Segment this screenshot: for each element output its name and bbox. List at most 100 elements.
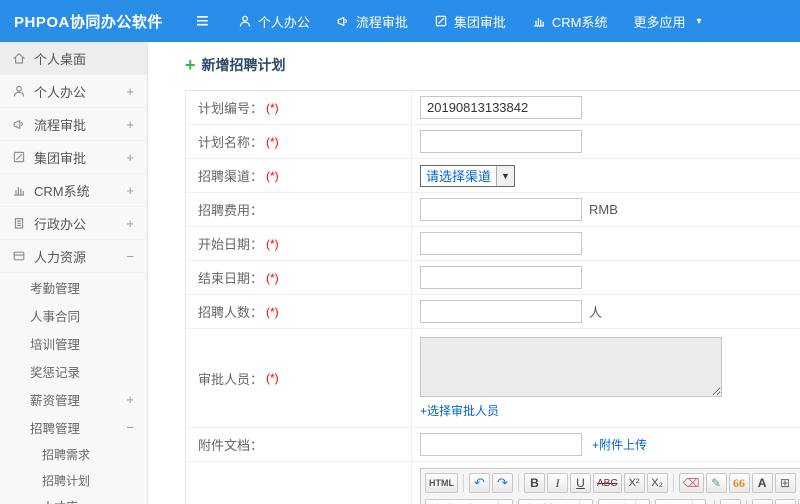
sidebar-item-recruitment-management[interactable]: 招聘管理 −: [0, 413, 147, 441]
sidebar-item-group-approval[interactable]: 集团审批 +: [0, 141, 147, 174]
editor-toolbar-row1: HTML ↶ ↷ B I U ABC X² X₂ ⌫ ✎ 66 A ⊞: [421, 469, 800, 495]
building-icon: [12, 216, 26, 230]
plan-number-input[interactable]: [420, 96, 582, 119]
headcount-input[interactable]: [420, 300, 582, 323]
editor-underline-button[interactable]: U: [570, 473, 591, 493]
form-row-approver: 审批人员： (*) +选择审批人员: [186, 329, 800, 428]
sidebar-item-talent-pool[interactable]: 人才库: [0, 493, 147, 504]
form-row-plan-number: 计划编号： (*): [186, 91, 800, 125]
home-icon: [12, 51, 26, 65]
nav-personal-office[interactable]: 个人办公: [225, 0, 323, 42]
sidebar-item-salary-management[interactable]: 薪资管理 +: [0, 385, 147, 413]
editor-italic-button[interactable]: I: [547, 473, 568, 493]
editor-eraser-button[interactable]: ⌫: [678, 473, 704, 493]
editor-font-family-select[interactable]: 字体 ▾: [598, 499, 650, 504]
hamburger-menu-icon[interactable]: ≡: [180, 0, 225, 42]
form-row-fee: 招聘费用： RMB: [186, 193, 800, 227]
editor-blockquote-button[interactable]: 66: [728, 473, 750, 493]
fee-input[interactable]: [420, 198, 582, 221]
toolbar-separator: [672, 474, 674, 492]
approver-textarea[interactable]: [420, 337, 722, 397]
nav-label: 个人办公: [257, 14, 310, 30]
editor-table-button[interactable]: ⊞: [774, 473, 796, 493]
attachment-input[interactable]: [420, 433, 582, 456]
editor-font-color-button[interactable]: A: [720, 499, 742, 504]
sidebar-item-recruitment-plan[interactable]: 招聘计划: [0, 467, 147, 493]
editor-subscript-button[interactable]: X₂: [646, 473, 668, 493]
required-mark: (*): [266, 134, 279, 149]
plan-name-input[interactable]: [420, 130, 582, 153]
caret-down-icon: ▾: [635, 500, 649, 504]
channel-select[interactable]: 请选择渠道 ▼: [420, 164, 515, 187]
sidebar-item-human-resources[interactable]: 人力资源 −: [0, 240, 147, 273]
sidebar-item-label: 考勤管理: [30, 281, 81, 296]
expand-toggle[interactable]: +: [126, 117, 134, 132]
editor-superscript-button[interactable]: X²: [623, 473, 645, 493]
nav-group-approval[interactable]: 集团审批: [421, 0, 519, 42]
sidebar-item-label: 集团审批: [34, 150, 87, 166]
recruitment-plan-form: 计划编号：(*) 计划名称：(*) 招聘渠道：(*) 请选择渠道 ▼ 招聘费用：: [185, 90, 800, 504]
field-label: 结束日期：: [198, 271, 264, 286]
collapse-toggle[interactable]: −: [126, 249, 134, 264]
editor-redo-button[interactable]: ↷: [492, 473, 513, 493]
sidebar-item-admin-office[interactable]: 行政办公 +: [0, 207, 147, 240]
sidebar-item-label: 个人办公: [34, 84, 87, 100]
sidebar-item-label: 人力资源: [34, 249, 87, 265]
caret-down-icon: ▾: [498, 500, 512, 504]
editor-font-size-select[interactable]: 字号 ▾: [654, 499, 707, 504]
expand-toggle[interactable]: +: [126, 216, 134, 231]
editor-bold-button[interactable]: B: [524, 473, 545, 493]
select-arrow-icon: ▼: [496, 165, 514, 186]
select-value: 字体: [605, 501, 629, 504]
sidebar-item-training-management[interactable]: 培训管理: [0, 329, 147, 357]
attachment-upload-link[interactable]: +附件上传: [592, 436, 647, 453]
sidebar-item-reward-records[interactable]: 奖惩记录: [0, 357, 147, 385]
editor-align-left-button[interactable]: ≡: [752, 499, 774, 504]
sidebar-item-label: 培训管理: [30, 337, 81, 352]
collapse-toggle[interactable]: −: [126, 420, 134, 435]
sidebar-item-recruitment-needs[interactable]: 招聘需求: [0, 441, 147, 467]
editor-html-button[interactable]: HTML: [425, 473, 458, 493]
sidebar-item-label: CRM系统: [34, 183, 90, 199]
nav-label: 更多应用: [633, 14, 686, 30]
editor-align-center-button[interactable]: ≡: [775, 499, 797, 504]
nav-process-approval[interactable]: 流程审批: [323, 0, 421, 42]
sidebar-item-personal-desktop[interactable]: 个人桌面: [0, 42, 147, 75]
sidebar-item-personnel-contract[interactable]: 人事合同: [0, 301, 147, 329]
sidebar-item-label: 人事合同: [30, 309, 81, 324]
editor-strikethrough-button[interactable]: ABC: [593, 473, 622, 493]
sidebar-item-process-approval[interactable]: 流程审批 +: [0, 108, 147, 141]
required-mark: (*): [266, 304, 279, 319]
field-label: 开始日期：: [198, 237, 264, 252]
form-row-headcount: 招聘人数： (*) 人: [186, 295, 800, 329]
end-date-input[interactable]: [420, 266, 582, 289]
sidebar-item-crm-system[interactable]: CRM系统 +: [0, 174, 147, 207]
start-date-input[interactable]: [420, 232, 582, 255]
caret-down-icon: ▾: [578, 500, 593, 504]
editor-format-brush-button[interactable]: ✎: [705, 473, 727, 493]
expand-toggle[interactable]: +: [126, 84, 134, 99]
editor-undo-button[interactable]: ↶: [469, 473, 490, 493]
sidebar-item-label: 招聘管理: [30, 421, 81, 436]
expand-toggle[interactable]: +: [126, 183, 134, 198]
card-icon: [12, 249, 26, 263]
editor-custom-title-select[interactable]: 自定义标题 ▾: [425, 499, 513, 504]
expand-toggle[interactable]: +: [126, 150, 134, 165]
expand-toggle[interactable]: +: [126, 392, 134, 407]
app-title: PHPOA协同办公软件: [14, 13, 163, 31]
form-row-attachment: 附件文档： +附件上传: [186, 428, 800, 462]
sidebar-item-attendance-management[interactable]: 考勤管理: [0, 273, 147, 301]
nav-crm-system[interactable]: CRM系统: [519, 0, 621, 42]
page-title: 新增招聘计划: [201, 57, 286, 73]
top-navigation: 个人办公 流程审批 集团审批 CRM系统 更多应用 ▾: [225, 0, 715, 42]
sidebar-item-personal-office[interactable]: 个人办公 +: [0, 75, 147, 108]
select-approver-link[interactable]: +选择审批人员: [420, 402, 499, 419]
nav-more-apps[interactable]: 更多应用 ▾: [621, 0, 715, 42]
sidebar-item-label: 奖惩记录: [30, 365, 81, 380]
editor-paragraph-format-select[interactable]: 段落格式 ▾: [517, 499, 594, 504]
toolbar-separator: [518, 474, 519, 492]
bar-chart-icon: [12, 183, 26, 197]
sidebar-menu: 个人桌面 个人办公 + 流程审批 + 集团审批 + CRM系统 + 行政办公 +: [0, 42, 148, 504]
main-content: + 新增招聘计划 计划编号：(*) 计划名称：(*) 招聘渠道：(*) 请选择渠…: [148, 42, 800, 504]
editor-font-style-button[interactable]: A: [751, 473, 773, 493]
